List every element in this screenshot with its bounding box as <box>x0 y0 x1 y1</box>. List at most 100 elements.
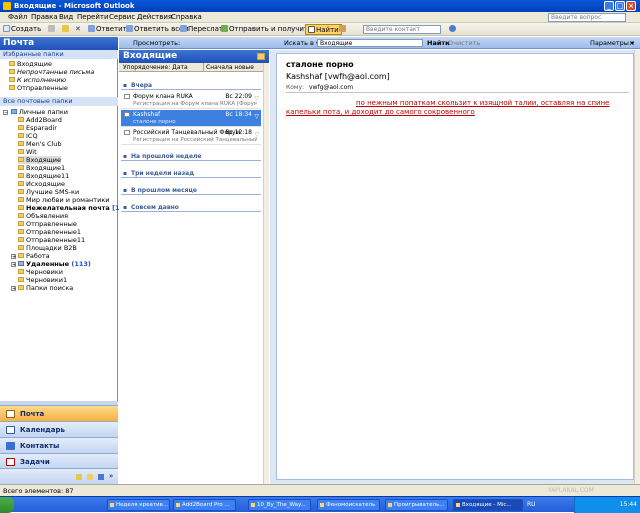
clock[interactable]: 15:44 <box>620 501 637 508</box>
expand-icon[interactable]: + <box>11 262 16 268</box>
nav-contacts-button[interactable]: Контакты <box>0 437 118 453</box>
taskbar-item[interactable]: Феномоискатель <box>317 499 380 511</box>
close-pane-icon[interactable]: × <box>629 38 634 48</box>
collapse-icon[interactable]: − <box>3 110 8 116</box>
find-button[interactable]: Найти <box>305 24 342 35</box>
message-sender[interactable]: Kashshaf [vwfh@aol.com] <box>286 72 390 81</box>
list-scrollbar[interactable] <box>263 63 269 484</box>
language-indicator[interactable]: RU <box>527 501 536 508</box>
folder-item[interactable]: Отправленные1 <box>18 228 81 236</box>
folder-item[interactable]: Работа <box>18 252 50 260</box>
flag-icon[interactable]: ▽ <box>254 95 259 102</box>
folder-search[interactable]: Папки поиска <box>18 284 73 292</box>
menu-file[interactable]: Файл <box>8 13 27 21</box>
view-label[interactable]: Просмотреть: <box>133 38 180 48</box>
maximize-button[interactable]: □ <box>615 1 625 11</box>
nav-calendar-button[interactable]: Календарь <box>0 421 118 437</box>
shortcuts-icon[interactable] <box>98 474 104 480</box>
close-button[interactable]: × <box>626 1 636 11</box>
fav-sent[interactable]: Отправленные <box>9 84 68 92</box>
delete-icon[interactable]: ✕ <box>75 24 81 35</box>
start-button[interactable] <box>0 497 14 513</box>
move-icon[interactable] <box>62 24 70 35</box>
fav-inbox[interactable]: Входящие <box>9 60 52 68</box>
folder-item[interactable]: Черновики <box>18 268 63 276</box>
flag-icon[interactable]: ▽ <box>254 131 259 138</box>
create-button[interactable]: Создать <box>3 24 41 35</box>
nav-mail-button[interactable]: Почта <box>0 405 118 421</box>
all-folders-header[interactable]: Все почтовые папки <box>0 97 118 106</box>
taskbar-item[interactable]: 10_By_The_Way... <box>248 499 311 511</box>
folder-item[interactable]: Отправленные <box>18 220 77 228</box>
reply-button[interactable]: Ответить <box>88 24 131 35</box>
folder-item[interactable]: Объявления <box>18 212 68 220</box>
find-now-button[interactable]: Найти <box>427 38 450 48</box>
send-receive-button[interactable]: Отправить и получить <box>221 24 312 35</box>
to-address[interactable]: vwfg@aol.com <box>309 84 353 91</box>
arrange-by-button[interactable]: Упорядочение: Дата <box>123 63 188 72</box>
ask-question-input[interactable]: Введите вопрос <box>548 13 626 22</box>
folder-item[interactable]: Отправленные11 <box>18 236 85 244</box>
folder-item[interactable]: Esparadir <box>18 124 57 132</box>
message-body-link[interactable]: по нежным попаткам скользит к изящной та… <box>286 99 616 117</box>
folder-item[interactable]: Men's Club <box>18 140 62 148</box>
contact-search-input[interactable]: Введите контакт <box>363 25 441 34</box>
folder-item-selected[interactable]: Входящие <box>18 156 62 164</box>
group-header[interactable]: ▪ Вчера <box>121 81 261 90</box>
taskbar-item[interactable]: Неделя креатив... <box>107 499 170 511</box>
expand-icon[interactable]: + <box>11 254 16 260</box>
folder-item[interactable]: Входящие11 <box>18 172 69 180</box>
folder-deleted[interactable]: Удаленные (113) <box>18 260 91 268</box>
folder-item[interactable]: Исходящие <box>18 180 65 188</box>
folder-item[interactable]: ICQ <box>18 132 38 140</box>
message-row-selected[interactable]: Kashshaf Вс 18:34 сталоне порно ▽ <box>121 110 261 127</box>
flag-icon[interactable]: ▽ <box>254 113 259 120</box>
folder-icon <box>18 253 24 258</box>
clear-button[interactable]: Очистить <box>448 38 480 48</box>
reply-icon <box>88 25 95 32</box>
folder-item[interactable]: Мир любви и романтики <box>18 196 109 204</box>
menu-view[interactable]: Вид <box>59 13 73 21</box>
folder-personal[interactable]: Личные папки <box>11 108 68 116</box>
group-header[interactable]: ▪ На прошлой неделе <box>121 152 261 161</box>
menu-edit[interactable]: Правка <box>31 13 58 21</box>
notes-icon[interactable] <box>76 474 82 480</box>
reading-scrollbar[interactable] <box>634 50 640 484</box>
nav-tasks-button[interactable]: Задачи <box>0 453 118 468</box>
minimize-button[interactable]: _ <box>604 1 614 11</box>
folder-junk[interactable]: Нежелательная почта [1] <box>18 204 123 212</box>
folder-item[interactable]: Черновики1 <box>18 276 67 284</box>
print-icon[interactable] <box>48 24 56 35</box>
sort-order-button[interactable]: Сначала новые <box>203 63 254 72</box>
favorites-header[interactable]: Избранные папки <box>0 50 118 59</box>
expand-icon[interactable]: + <box>11 286 16 292</box>
group-header[interactable]: ▪ Три недели назад <box>121 169 261 178</box>
fav-unread[interactable]: Непрочтанные письма <box>9 68 94 76</box>
folder-item[interactable]: Площадки B2B <box>18 244 77 252</box>
folder-list-icon[interactable] <box>87 474 93 480</box>
message-row[interactable]: Форум клана RUKA Вс 22:09 Регистрация на… <box>121 92 261 109</box>
fav-followup[interactable]: К исполнению <box>9 76 66 84</box>
outbox-icon <box>18 181 24 186</box>
menu-tools[interactable]: Сервис <box>109 13 135 21</box>
folder-item[interactable]: Add2Board <box>18 116 62 124</box>
search-input[interactable]: Входящие <box>317 39 423 47</box>
folder-item[interactable]: Входящие1 <box>18 164 65 172</box>
menu-actions[interactable]: Действия <box>137 13 172 21</box>
options-dropdown[interactable]: Параметры ▾ <box>590 38 634 48</box>
message-row[interactable]: Российский Танцевальный Форум Вс 12:18 Р… <box>121 128 261 145</box>
taskbar-item[interactable]: Проигрыватель... <box>385 499 448 511</box>
group-header[interactable]: ▪ Совсем давно <box>121 203 261 212</box>
group-header[interactable]: ▪ В прошлом месяце <box>121 186 261 195</box>
taskbar-item-active[interactable]: Входящие - Mic... <box>453 499 523 511</box>
search-in-dropdown[interactable]: Искать в ▾ <box>284 38 319 48</box>
help-icon[interactable] <box>449 24 457 35</box>
address-book-icon[interactable] <box>339 24 347 35</box>
menu-go[interactable]: Перейти <box>77 13 109 21</box>
taskbar-item[interactable]: Add2Board Pro ... <box>173 499 236 511</box>
expand-icon: ▪ <box>123 170 128 177</box>
menu-help[interactable]: Справка <box>171 13 202 21</box>
folder-item[interactable]: Лучшие SMS-ки <box>18 188 79 196</box>
folder-item[interactable]: Wit <box>18 148 37 156</box>
configure-buttons-icon[interactable]: » <box>109 472 113 480</box>
